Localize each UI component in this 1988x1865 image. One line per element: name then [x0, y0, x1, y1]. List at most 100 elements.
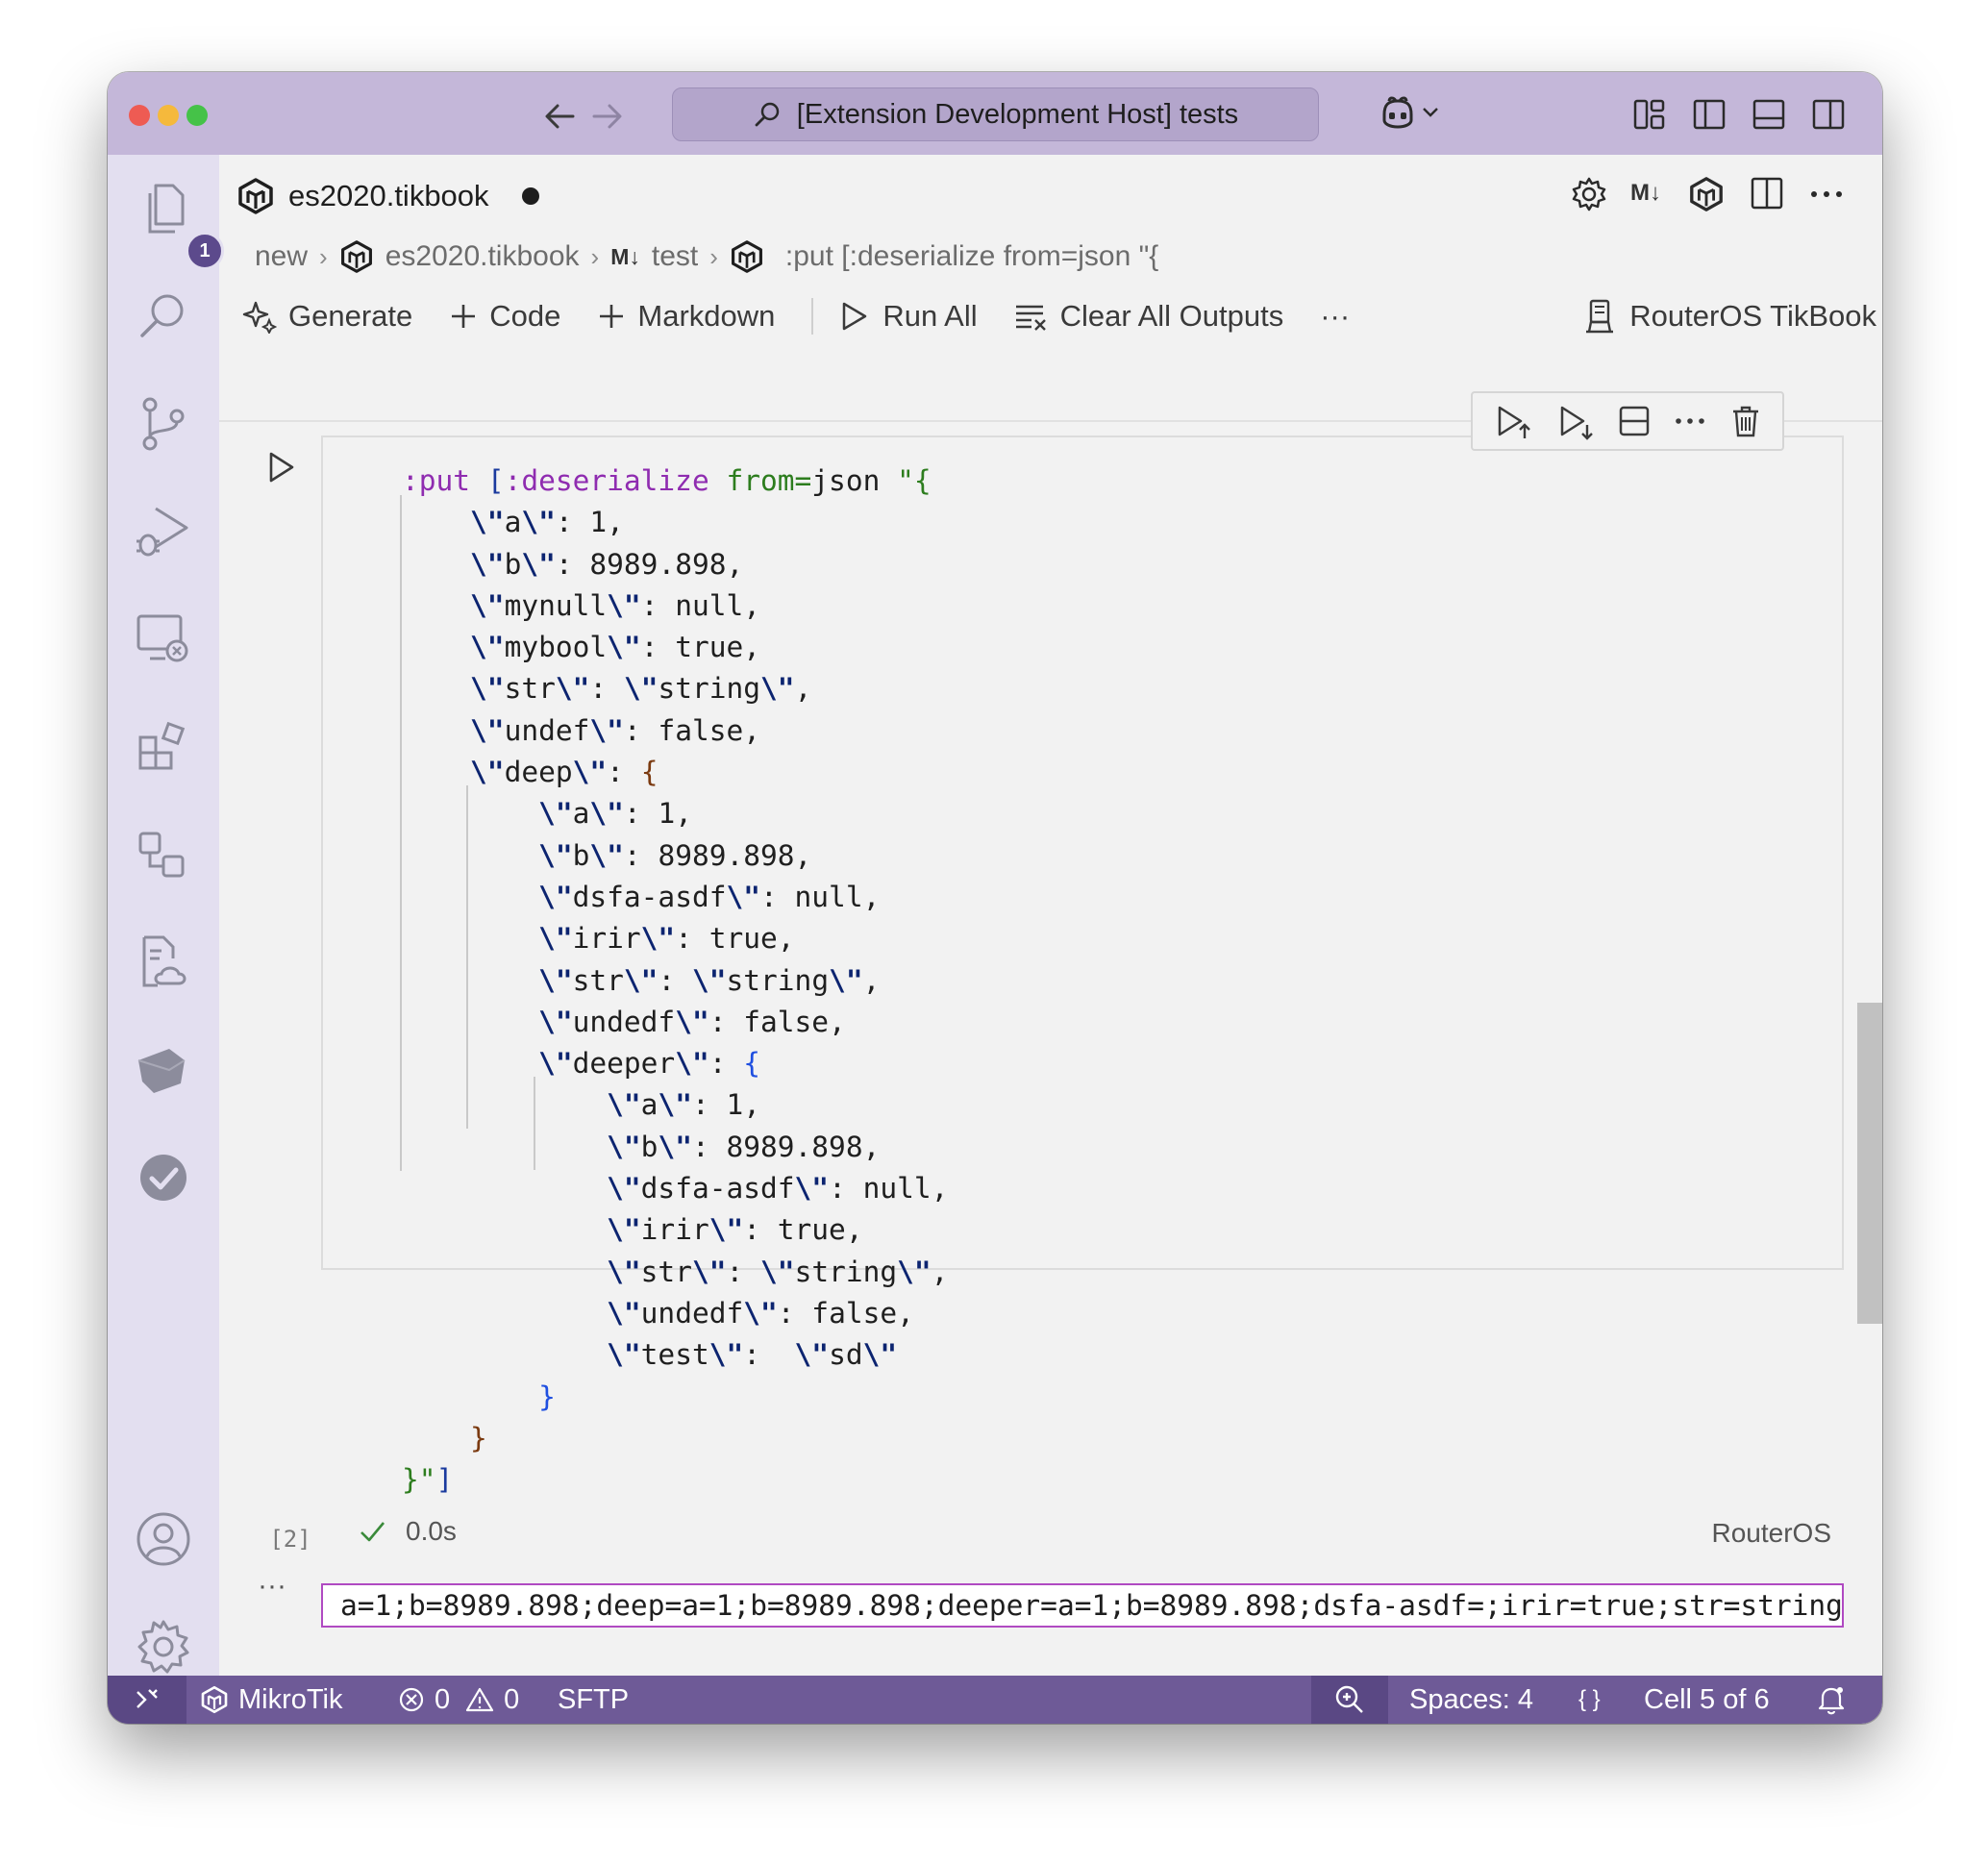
title-bar: [Extension Development Host] tests — [108, 72, 1882, 155]
editor-scrollbar[interactable] — [1857, 1003, 1882, 1324]
notebook-settings-gear-icon[interactable] — [1571, 176, 1607, 212]
error-count: 0 — [435, 1683, 451, 1715]
status-bar: MikroTik 0 0 SFTP Spaces: 4 { } Cell 5 o… — [108, 1676, 1882, 1724]
copilot-icon[interactable] — [1379, 93, 1417, 132]
kernel-picker[interactable]: RouterOS TikBook — [1583, 287, 1876, 345]
tab-title: es2020.tikbook — [288, 179, 489, 212]
clear-all-outputs-button[interactable]: Clear All Outputs — [1014, 299, 1284, 334]
mikrotik-cube-icon[interactable] — [1688, 176, 1725, 212]
files-icon[interactable]: 1 — [135, 180, 224, 270]
breadcrumb: new › es2020.tikbook › M↓ test › :put [:… — [255, 236, 1158, 278]
layers-icon[interactable] — [135, 1041, 192, 1099]
output-more-button[interactable]: ··· — [258, 1570, 286, 1603]
toggle-secondary-sidebar-icon[interactable] — [1811, 97, 1846, 132]
toolbar-divider — [811, 298, 814, 335]
run-all-label: Run All — [882, 299, 978, 333]
mikrotik-status[interactable]: MikroTik — [200, 1676, 342, 1724]
zoom-window-button[interactable] — [186, 105, 208, 126]
chevron-right-icon: › — [590, 241, 600, 271]
chevron-right-icon: › — [319, 241, 328, 271]
warning-icon — [466, 1687, 494, 1712]
close-window-button[interactable] — [129, 105, 150, 126]
kernel-label: RouterOS TikBook — [1629, 299, 1876, 333]
cell-position-status[interactable]: Cell 5 of 6 — [1644, 1676, 1770, 1724]
problems-status[interactable]: 0 0 — [398, 1676, 519, 1724]
search-icon[interactable] — [135, 287, 192, 345]
cell-more-icon[interactable] — [1674, 416, 1706, 426]
remote-explorer-icon[interactable] — [135, 610, 192, 668]
success-check-icon — [360, 1522, 385, 1542]
bell-icon — [1818, 1687, 1845, 1715]
split-cell-icon[interactable] — [1618, 405, 1651, 437]
code-label: Code — [489, 299, 561, 333]
indentation-status[interactable]: Spaces: 4 — [1409, 1676, 1533, 1724]
activity-bar: 1 — [108, 155, 224, 1676]
toggle-panel-icon[interactable] — [1752, 97, 1786, 132]
cloud-docs-icon[interactable] — [135, 933, 192, 991]
zoom-in-icon — [1335, 1685, 1363, 1713]
clear-all-outputs-label: Clear All Outputs — [1059, 299, 1284, 333]
breadcrumb-section[interactable]: test — [652, 240, 698, 273]
mikrotik-cube-icon — [201, 1685, 228, 1714]
chevron-down-icon[interactable] — [1421, 105, 1440, 120]
execution-duration: 0.0s — [406, 1516, 457, 1546]
generate-button[interactable]: Generate — [242, 299, 412, 334]
unsaved-dot-icon[interactable] — [521, 187, 539, 205]
testing-check-icon[interactable] — [135, 1149, 192, 1206]
warning-count: 0 — [504, 1683, 520, 1715]
chevron-right-icon: › — [709, 241, 718, 271]
back-arrow-icon[interactable] — [540, 99, 579, 134]
mikrotik-cube-icon — [731, 240, 762, 273]
more-actions-icon[interactable] — [1809, 189, 1844, 199]
markdown-preview-icon[interactable]: M↓ — [1630, 180, 1661, 207]
notifications-status[interactable] — [1817, 1676, 1846, 1724]
execute-above-icon[interactable] — [1494, 402, 1532, 440]
plus-icon — [452, 305, 476, 328]
run-cell-icon[interactable] — [265, 449, 298, 485]
manage-gear-icon[interactable] — [135, 1618, 192, 1676]
run-all-button[interactable]: Run All — [838, 299, 978, 334]
error-icon — [399, 1687, 424, 1712]
command-center-search[interactable]: [Extension Development Host] tests — [672, 87, 1319, 141]
kernel-icon — [1586, 299, 1614, 334]
add-markdown-cell-button[interactable]: Markdown — [597, 299, 775, 334]
sparkle-icon — [242, 301, 277, 334]
toggle-primary-sidebar-icon[interactable] — [1692, 97, 1727, 132]
minimize-window-button[interactable] — [158, 105, 179, 126]
remote-indicator[interactable] — [108, 1676, 186, 1724]
cell-language-picker[interactable]: RouterOS — [1712, 1518, 1832, 1549]
plus-icon — [600, 305, 624, 328]
remote-icon — [137, 1689, 158, 1708]
breadcrumb-cell[interactable]: :put [:deserialize from=json "{ — [785, 240, 1158, 273]
execution-status: 0.0s — [358, 1516, 457, 1547]
breadcrumb-file[interactable]: es2020.tikbook — [385, 240, 580, 273]
mikrotik-label: MikroTik — [238, 1683, 343, 1715]
language-braces-status[interactable]: { } — [1578, 1676, 1601, 1724]
sftp-status[interactable]: SFTP — [558, 1676, 629, 1724]
extensions-icon[interactable] — [135, 718, 192, 776]
breadcrumb-folder[interactable]: new — [255, 240, 308, 273]
explorer-badge: 1 — [186, 232, 224, 270]
editor-tab[interactable]: es2020.tikbook — [236, 166, 539, 226]
forward-arrow-icon[interactable] — [588, 99, 627, 134]
window-title: [Extension Development Host] tests — [796, 98, 1239, 130]
markdown-icon: M↓ — [610, 243, 640, 269]
vscode-window: [Extension Development Host] tests 1 es2… — [108, 72, 1882, 1724]
cell-output[interactable]: a=1;b=8989.898;deep=a=1;b=8989.898;deepe… — [321, 1583, 1844, 1628]
clear-all-icon — [1015, 305, 1046, 331]
delete-trash-icon[interactable] — [1730, 404, 1761, 438]
cell-code-editor[interactable]: :put [:deserialize from=json "{ \"a\": 1… — [402, 460, 948, 1501]
run-debug-icon[interactable] — [135, 503, 192, 560]
zoom-status[interactable] — [1311, 1676, 1388, 1724]
mikrotik-cube-icon — [238, 178, 273, 214]
toolbar-more-button[interactable]: ··· — [1320, 299, 1350, 334]
references-icon[interactable] — [135, 826, 192, 883]
execute-below-icon[interactable] — [1556, 402, 1595, 440]
markdown-label: Markdown — [637, 299, 776, 333]
mikrotik-cube-icon — [340, 240, 372, 273]
account-icon[interactable] — [135, 1510, 192, 1568]
split-editor-icon[interactable] — [1750, 176, 1784, 211]
customize-layout-icon[interactable] — [1632, 97, 1667, 132]
add-code-cell-button[interactable]: Code — [449, 299, 560, 334]
source-control-icon[interactable] — [135, 395, 192, 453]
